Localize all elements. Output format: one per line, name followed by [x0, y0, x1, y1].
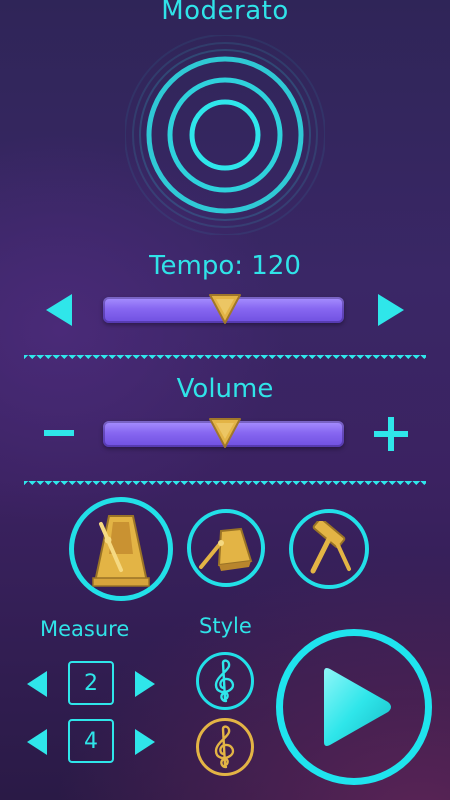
measure-top-value: 2 [68, 661, 114, 705]
volume-decrease-icon[interactable] [44, 430, 74, 436]
divider [24, 481, 426, 491]
measure-bottom-decrease-arrow-icon[interactable] [26, 728, 48, 756]
style-option-gold-button[interactable] [196, 718, 254, 776]
divider [24, 355, 426, 365]
tempo-name-title: Moderato [161, 0, 289, 26]
sound-woodblock-button[interactable] [289, 509, 369, 589]
style-label: Style [199, 614, 252, 638]
tempo-decrease-arrow-icon[interactable] [44, 292, 74, 328]
measure-label: Measure [40, 617, 130, 641]
measure-top-decrease-arrow-icon[interactable] [26, 670, 48, 698]
pulse-rings-icon [125, 35, 325, 235]
tempo-value: 120 [251, 251, 301, 281]
woodblock-icon [310, 521, 351, 574]
treble-clef-icon [214, 725, 235, 769]
measure-bottom-value: 4 [68, 719, 114, 763]
tempo-increase-arrow-icon[interactable] [376, 292, 406, 328]
sound-metronome-button[interactable] [69, 497, 173, 601]
sound-cowbell-button[interactable] [187, 509, 265, 587]
tempo-label: Tempo: [149, 251, 244, 281]
tempo-slider-thumb[interactable] [208, 293, 242, 325]
cowbell-icon [199, 527, 253, 571]
measure-top-increase-arrow-icon[interactable] [134, 670, 156, 698]
volume-label: Volume [176, 374, 274, 404]
metronome-icon [92, 515, 150, 587]
tempo-readout: Tempo: 120 [0, 251, 450, 281]
treble-clef-icon [214, 659, 235, 703]
measure-bottom-increase-arrow-icon[interactable] [134, 728, 156, 756]
volume-slider-thumb[interactable] [208, 417, 242, 449]
volume-increase-icon[interactable] [373, 416, 409, 452]
style-option-cyan-button[interactable] [196, 652, 254, 710]
play-icon [324, 668, 391, 746]
play-button[interactable] [276, 629, 432, 785]
